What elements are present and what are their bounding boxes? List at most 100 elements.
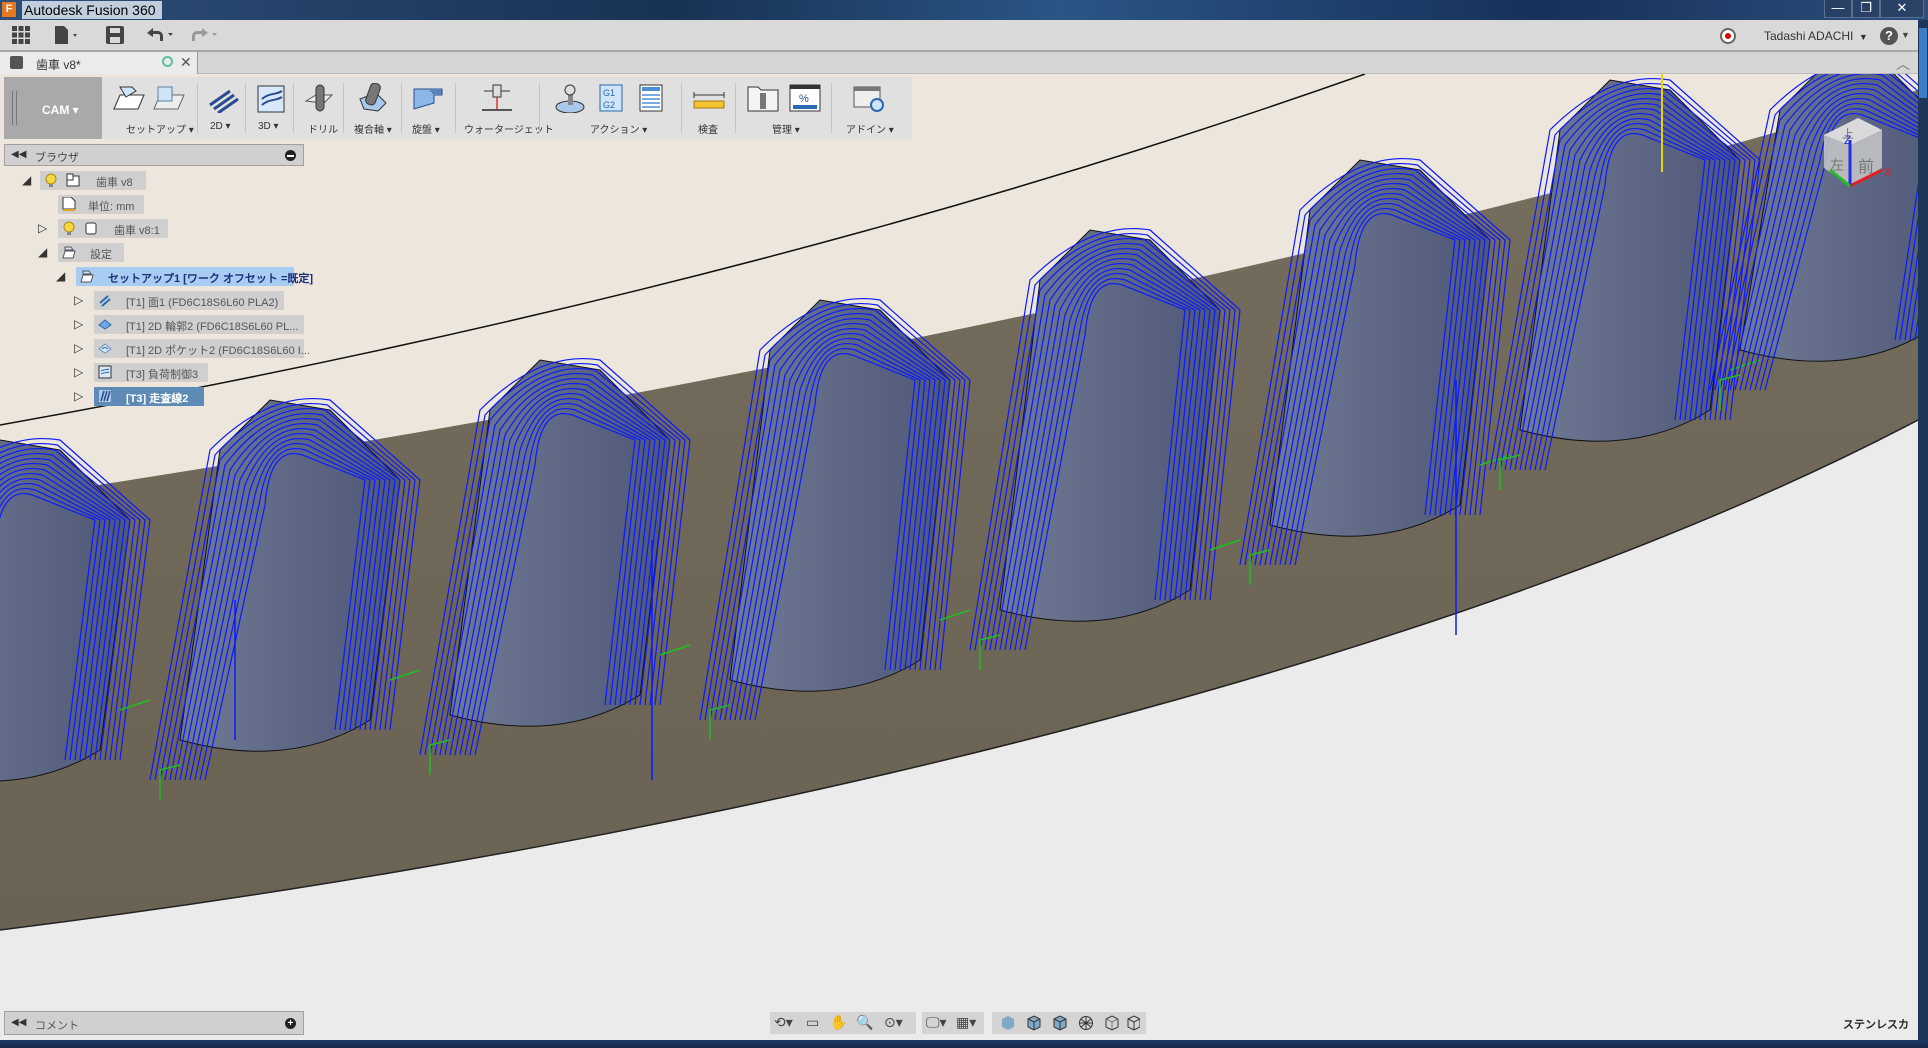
- lightbulb-icon[interactable]: [62, 221, 76, 235]
- setup-group: セットアップ ▾: [102, 77, 198, 139]
- orbit-icon[interactable]: ⟲▾: [774, 1014, 793, 1031]
- addins-label[interactable]: アドイン ▾: [846, 121, 894, 136]
- restore-button[interactable]: ❐: [1852, 0, 1880, 18]
- lightbulb-icon[interactable]: [44, 173, 58, 187]
- tree-item-label: [T1] 2D ポケット2 (FD6C18S6L60 I...: [126, 345, 311, 357]
- comments-panel[interactable]: ◀◀ コメント +: [4, 1011, 304, 1035]
- expanded-triangle-icon[interactable]: ◢: [38, 245, 47, 259]
- waterjet-group: ウォータージェット: [456, 77, 554, 139]
- record-button[interactable]: [1720, 28, 1736, 44]
- 3d-label[interactable]: 3D ▾: [258, 121, 279, 132]
- 3d-viewport[interactable]: 上 左 前 X Z: [0, 74, 1918, 1040]
- document-tab[interactable]: 歯車 v8* ✕: [0, 52, 198, 74]
- waterjet-button[interactable]: [480, 83, 514, 115]
- shaded-edges-cube-icon[interactable]: [1027, 1015, 1041, 1031]
- g1g2-icon: G1G2: [599, 84, 623, 112]
- x-axis-label: X: [1884, 165, 1892, 179]
- setup-label[interactable]: セットアップ ▾: [126, 121, 194, 136]
- simulate-joystick-icon: [555, 84, 585, 114]
- collapsed-triangle-icon[interactable]: ▷: [74, 293, 83, 307]
- setup-sheet-button[interactable]: [152, 83, 186, 115]
- collapsed-triangle-icon[interactable]: ▷: [74, 389, 83, 403]
- close-button[interactable]: ✕: [1880, 0, 1924, 18]
- fit-zoom-icon[interactable]: ⊙▾: [884, 1014, 903, 1031]
- fusion-app-icon: F: [2, 2, 16, 17]
- drill-label[interactable]: ドリル: [308, 121, 338, 136]
- collapsed-triangle-icon[interactable]: ▷: [74, 365, 83, 379]
- expanded-triangle-icon[interactable]: ◢: [56, 269, 65, 283]
- desktop-edge: [1918, 20, 1928, 1040]
- wireframe-visible-cube-icon[interactable]: [1127, 1015, 1140, 1031]
- shaded-cube-icon[interactable]: [1002, 1016, 1014, 1030]
- browser-title: ブラウザ: [35, 152, 79, 164]
- simulate-button[interactable]: [554, 83, 588, 115]
- manage-label[interactable]: 管理 ▾: [772, 121, 800, 136]
- svg-text:G1: G1: [603, 88, 615, 98]
- material-label: ステンレスカ: [1843, 1019, 1909, 1031]
- collapsed-triangle-icon[interactable]: ▷: [74, 341, 83, 355]
- measure-button[interactable]: [692, 83, 726, 115]
- post-process-button[interactable]: G1 G2: [594, 83, 628, 115]
- zoom-icon[interactable]: 🔍: [856, 1014, 873, 1031]
- multi-axis-button[interactable]: [356, 82, 390, 115]
- save-button[interactable]: [106, 26, 124, 49]
- drill-button[interactable]: [302, 83, 336, 115]
- tool-library-button[interactable]: [746, 83, 780, 115]
- 2d-label[interactable]: 2D ▾: [210, 121, 231, 132]
- face-op-icon: [99, 295, 111, 307]
- close-tab-button[interactable]: ✕: [180, 54, 192, 71]
- drag-grip[interactable]: [12, 91, 17, 125]
- collapsed-triangle-icon[interactable]: ▷: [74, 317, 83, 331]
- user-menu[interactable]: Tadashi ADACHI ▼: [1764, 29, 1868, 43]
- minimize-browser-button[interactable]: [285, 150, 296, 161]
- data-panel-button[interactable]: [12, 26, 30, 49]
- redo-button[interactable]: [190, 26, 220, 49]
- wireframe-hidden-cube-icon[interactable]: [1105, 1015, 1119, 1031]
- add-comment-button[interactable]: +: [285, 1018, 296, 1029]
- browser-panel-header[interactable]: ◀◀ ブラウザ: [4, 144, 304, 166]
- pan-hand-icon[interactable]: ✋: [830, 1014, 847, 1031]
- file-menu-button[interactable]: [54, 26, 80, 49]
- 3d-button[interactable]: [254, 83, 288, 115]
- turning-button[interactable]: [412, 83, 446, 115]
- look-at-icon[interactable]: ▭: [806, 1014, 819, 1031]
- tree-item-label: [T1] 2D 輪郭2 (FD6C18S6L60 PL...: [126, 321, 299, 333]
- setup-sheet-action-button[interactable]: [634, 83, 668, 115]
- expanded-triangle-icon[interactable]: ◢: [22, 173, 31, 187]
- setup-folder-icon: [62, 246, 76, 259]
- wireframe-cube-icon[interactable]: [1079, 1016, 1093, 1030]
- display-settings-icon[interactable]: 🖵▾: [926, 1014, 947, 1031]
- 3d-toolpath-icon: [257, 85, 285, 113]
- workspace-switcher[interactable]: CAM ▾: [4, 77, 102, 139]
- component-icon: [10, 56, 23, 69]
- actions-label[interactable]: アクション ▾: [590, 121, 647, 136]
- body-icon: [85, 222, 97, 235]
- drill-group: ドリル: [294, 77, 344, 139]
- collapse-comments-icon[interactable]: ◀◀: [11, 1017, 26, 1028]
- new-setup-button[interactable]: [112, 83, 146, 115]
- title-bar: F Autodesk Fusion 360 — ❐ ✕: [0, 0, 1928, 20]
- collapse-browser-icon[interactable]: ◀◀: [11, 149, 26, 160]
- collapse-ribbon-button[interactable]: ︿: [1896, 54, 1910, 74]
- collapsed-triangle-icon[interactable]: ▷: [38, 221, 47, 235]
- task-manager-button[interactable]: %: [788, 83, 822, 115]
- turning-label[interactable]: 旋盤 ▾: [412, 121, 440, 136]
- viewcube-front-label[interactable]: 前: [1858, 158, 1874, 176]
- tree-item-label: 歯車 v8: [96, 177, 133, 189]
- gear-toolpath-scene[interactable]: 上 左 前 X Z: [0, 74, 1918, 1040]
- user-name: Tadashi ADACHI: [1764, 29, 1854, 43]
- minimize-button[interactable]: —: [1824, 0, 1852, 18]
- redo-icon: [192, 28, 217, 41]
- help-button[interactable]: ?: [1880, 27, 1898, 45]
- scripts-addins-button[interactable]: [852, 83, 886, 115]
- manage-group: % 管理 ▾: [736, 77, 832, 139]
- grid-settings-icon[interactable]: ▦▾: [956, 1014, 976, 1031]
- caret-down-icon: ▼: [1856, 31, 1868, 42]
- visual-style-icons[interactable]: [1000, 1015, 1140, 1031]
- setup-sheet-icon: [639, 84, 663, 112]
- 2d-button[interactable]: [206, 83, 240, 115]
- undo-button[interactable]: [146, 26, 176, 49]
- inspect-label[interactable]: 検査: [698, 121, 718, 136]
- multi-axis-label[interactable]: 複合軸 ▾: [354, 121, 392, 136]
- shaded-hidden-cube-icon[interactable]: [1053, 1015, 1067, 1031]
